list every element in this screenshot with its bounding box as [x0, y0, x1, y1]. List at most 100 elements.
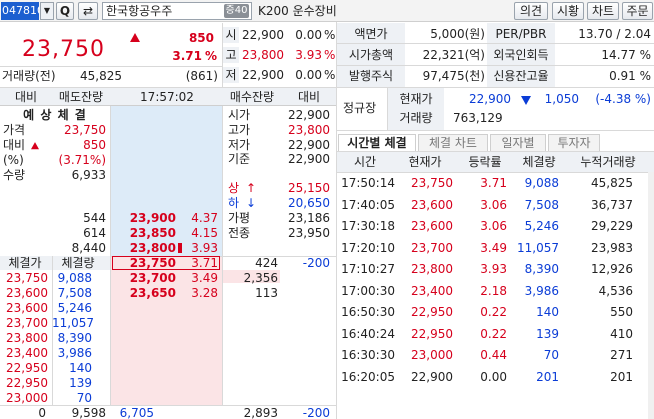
ask-qty-3: 8,440 [71, 241, 106, 255]
volume-prev: (861) [185, 69, 218, 83]
col-time: 시간 [353, 155, 377, 169]
ob-time: 17:57:02 [140, 90, 194, 104]
refresh-icon[interactable]: ⇄ [78, 2, 98, 20]
row-time: 16:30:30 [341, 348, 395, 362]
row-rate: 3.93 [480, 262, 507, 276]
market-cap: 22,321(억) [422, 48, 485, 62]
ask-qty-1: 544 [83, 211, 106, 225]
regular-session-label: 정규장 [343, 101, 377, 115]
row-price: 22,950 [411, 305, 453, 319]
session-change: 1,050 [544, 92, 579, 106]
stat-high-label: 고가 [228, 123, 251, 137]
row-cum-volume: 4,536 [598, 283, 633, 298]
tick-price: 23,400 [6, 346, 48, 360]
tick-qty: 5,246 [57, 301, 92, 315]
up-limit-arrow-icon: ↑ [246, 181, 257, 195]
stat-base: 22,900 [288, 152, 330, 166]
code-dropdown-button[interactable]: ▼ [40, 2, 54, 20]
session-price: 22,900 [469, 92, 511, 106]
bid-price-2[interactable]: 23,700 [114, 270, 176, 286]
row-time: 17:50:14 [341, 176, 395, 190]
regular-session-panel: 정규장 현재가 거래량 22,900 1,050 (-4.38 %) 763,1… [337, 88, 654, 130]
tick-qty: 139 [69, 376, 92, 390]
change-percent: 3.71 [172, 49, 202, 63]
expected-qty-label: 수량 [3, 168, 26, 182]
tab-trade-chart[interactable]: 체결 차트 [418, 134, 488, 151]
tick-qty: 8,390 [57, 331, 92, 345]
foreign-ratio: 14.77 % [601, 48, 651, 62]
top-toolbar: 047810 ▼ Q ⇄ 한국항공우주 증40 K200 운수장비 의견 시황 … [0, 0, 654, 22]
low-pct-unit: % [324, 68, 336, 82]
row-rate: 3.49 [480, 240, 507, 255]
expected-pct-label: (%) [3, 153, 24, 167]
tick-price: 23,700 [6, 316, 48, 330]
row-rate: 0.44 [480, 348, 507, 362]
row-qty: 11,057 [517, 240, 559, 255]
row-rate: 3.06 [480, 219, 507, 233]
bid-price-3[interactable]: 23,650 [114, 285, 176, 301]
row-qty: 3,986 [524, 283, 559, 298]
per-pbr-value: 13.70 / 2.04 [578, 27, 651, 41]
row-price: 23,400 [411, 283, 453, 298]
bid-pct-2: 3.49 [191, 271, 218, 285]
bid-price-1[interactable]: 23,750 [114, 255, 176, 271]
margin-badge: 증40 [224, 4, 249, 18]
per-pbr-label: PER/PBR [495, 27, 547, 41]
tick-qty: 3,986 [57, 346, 92, 360]
shares-label: 발행주식 [348, 69, 394, 83]
row-price: 22,900 [411, 369, 453, 384]
footer-diff2: -200 [302, 406, 330, 419]
row-cum-volume: 45,825 [591, 176, 633, 190]
row-rate: 3.71 [480, 176, 507, 190]
tick-price: 22,950 [6, 361, 48, 375]
expected-price-label: 가격 [3, 123, 26, 137]
footer-diff: 0 [38, 406, 46, 419]
prev-close-label: 전종 [228, 226, 251, 240]
tab-daily[interactable]: 일자별 [490, 134, 546, 151]
row-time: 16:40:24 [341, 326, 395, 341]
up-arrow-icon [31, 141, 39, 151]
market-cap-label: 시가총액 [348, 48, 394, 62]
open-pct-unit: % [324, 28, 336, 42]
ob-col-diff2: 대비 [297, 90, 321, 104]
ask-price-3[interactable]: 23,800 [114, 240, 176, 256]
ask-price-1[interactable]: 23,900 [114, 210, 176, 226]
open-value: 22,900 [242, 28, 284, 42]
tick-qty: 70 [76, 391, 92, 405]
opinion-button[interactable]: 의견 [514, 2, 548, 20]
credit-ratio-label: 신용잔고율 [493, 69, 549, 83]
tab-investor[interactable]: 투자자 [548, 134, 600, 151]
row-cum-volume: 36,737 [591, 197, 633, 212]
open-label: 시 [223, 27, 239, 43]
current-price: 23,750 [22, 37, 105, 62]
table-scrollbar[interactable] [648, 172, 654, 419]
low-label: 저 [223, 67, 239, 83]
open-pct: 0.00 [295, 28, 322, 42]
market-news-button[interactable]: 시황 [552, 2, 584, 20]
row-price: 22,950 [411, 326, 453, 341]
prev-close: 23,950 [288, 226, 330, 240]
row-rate: 2.18 [480, 283, 507, 298]
tab-time-trades[interactable]: 시간별 체결 [338, 134, 416, 151]
up-arrow-icon [130, 32, 140, 45]
high-label: 고 [223, 47, 239, 63]
par-value-label: 액면가 [354, 27, 388, 41]
vwap-label: 가평 [228, 211, 251, 225]
stat-high: 23,800 [288, 123, 330, 137]
bid-qty-2: 2,356 [243, 271, 278, 285]
chart-button[interactable]: 차트 [587, 2, 619, 20]
ask-pct-3: 3.93 [191, 241, 218, 255]
ask-pct-1: 4.37 [191, 211, 218, 225]
row-price: 23,750 [411, 176, 453, 190]
ask-price-2[interactable]: 23,850 [114, 225, 176, 241]
expected-diff: 850 [83, 138, 106, 152]
row-rate: 3.06 [480, 197, 507, 212]
row-qty: 140 [536, 305, 559, 319]
stat-open-label: 시가 [228, 108, 251, 122]
percent-sign: % [205, 49, 218, 63]
search-icon[interactable]: Q [56, 2, 74, 20]
col-price: 현재가 [408, 155, 442, 169]
stock-code-input[interactable]: 047810 [1, 2, 39, 20]
order-button[interactable]: 주문 [622, 2, 653, 20]
ob-col-bid-qty: 매수잔량 [229, 90, 275, 104]
